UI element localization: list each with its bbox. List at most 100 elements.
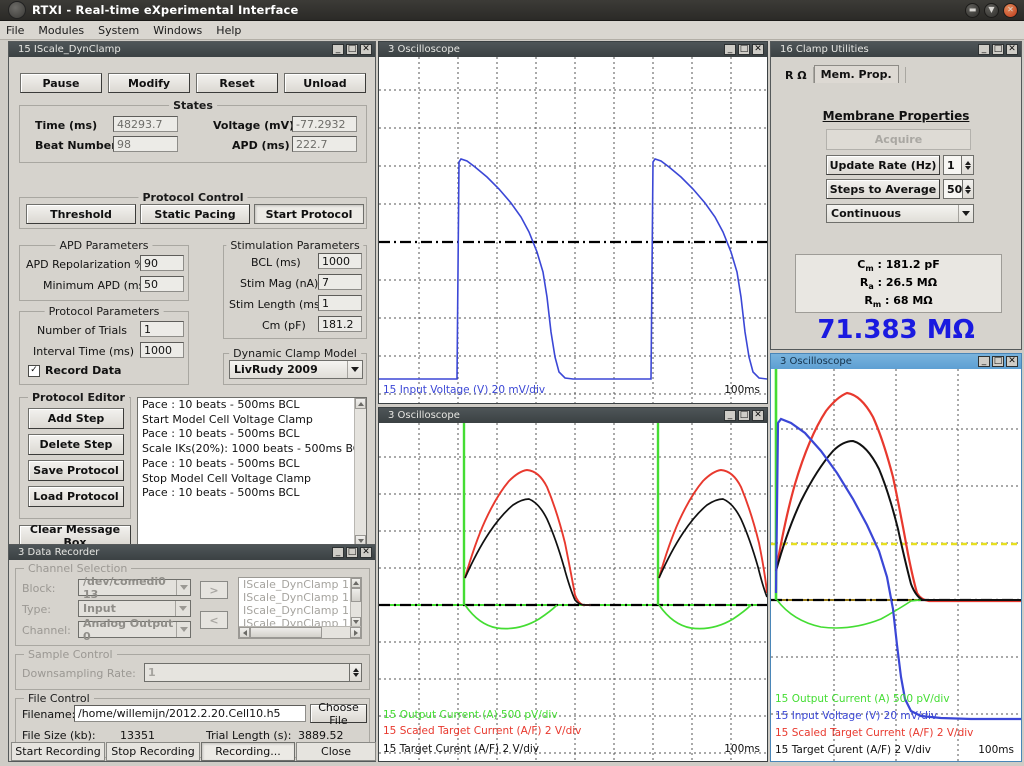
- scope-top-titlebar[interactable]: 3 Oscilloscope _ □ ✕: [379, 42, 767, 57]
- close-button[interactable]: Close: [296, 742, 376, 761]
- scope-right-plot[interactable]: 15 Output Current (A) 500 pV/div 15 Inpu…: [771, 369, 1021, 761]
- scope-mid-titlebar[interactable]: 3 Oscilloscope _ □ ✕: [379, 408, 767, 423]
- min-apd-input[interactable]: 50: [140, 276, 184, 292]
- list-item[interactable]: Scale IKs(20%): 1000 beats - 500ms BCL: [138, 442, 366, 457]
- protocol-steps-scrollbar[interactable]: [354, 398, 366, 546]
- recorder-minimize-icon[interactable]: _: [332, 547, 344, 558]
- clear-message-box-button[interactable]: Clear Message Box: [19, 523, 131, 549]
- choose-file-button[interactable]: Choose File: [310, 701, 367, 727]
- maximize-icon[interactable]: ▼: [984, 2, 999, 18]
- interval-time-label: Interval Time (ms): [33, 345, 135, 358]
- recorder-titlebar[interactable]: 3 Data Recorder _ □ ✕: [9, 545, 375, 560]
- scope-right-minimize-icon[interactable]: _: [978, 356, 990, 367]
- steps-to-average-stepper[interactable]: [962, 179, 974, 199]
- update-rate-value[interactable]: 1: [943, 155, 961, 175]
- scope-top-plot[interactable]: 15 Input Voltage (V) 20 mV/div 100ms: [379, 57, 767, 403]
- menubar[interactable]: File Modules System Windows Help: [0, 21, 1024, 40]
- chevron-down-icon[interactable]: [958, 205, 973, 222]
- clamp-close-icon[interactable]: ✕: [1006, 44, 1018, 55]
- bcl-input[interactable]: 1000: [318, 253, 362, 269]
- steps-to-average-button[interactable]: Steps to Average: [826, 179, 940, 199]
- scroll-up-icon[interactable]: [355, 398, 366, 409]
- load-protocol-button[interactable]: Load Protocol: [28, 486, 124, 507]
- chevron-down-icon[interactable]: [347, 361, 362, 378]
- recorder-close-icon[interactable]: ✕: [360, 547, 372, 558]
- interval-time-input[interactable]: 1000: [140, 342, 184, 358]
- delete-step-button[interactable]: Delete Step: [28, 434, 124, 455]
- scope-mid-title: 3 Oscilloscope: [388, 410, 460, 421]
- acquisition-mode-select[interactable]: Continuous: [826, 204, 974, 223]
- scope-mid-minimize-icon[interactable]: _: [724, 410, 736, 421]
- steps-to-average-value[interactable]: 50: [943, 179, 963, 199]
- static-pacing-button[interactable]: Static Pacing: [140, 204, 250, 224]
- update-rate-stepper[interactable]: [961, 155, 974, 175]
- add-channel-button: >: [200, 581, 228, 599]
- downsampling-stepper: [349, 663, 362, 682]
- stim-mag-input[interactable]: 7: [318, 274, 362, 290]
- recording-status-button[interactable]: Recording...: [201, 742, 295, 761]
- list-item[interactable]: Pace : 10 beats - 500ms BCL: [138, 486, 366, 501]
- minimize-icon[interactable]: ▬: [965, 2, 980, 18]
- scope-right-titlebar[interactable]: 3 Oscilloscope _ □ ✕: [771, 354, 1021, 369]
- list-item[interactable]: Pace : 10 beats - 500ms BCL: [138, 457, 366, 472]
- clamp-utilities-titlebar[interactable]: 16 Clamp Utilities _ □ ✕: [771, 42, 1021, 57]
- beat-number-label: Beat Number: [35, 139, 117, 152]
- iscale-maximize-icon[interactable]: □: [346, 44, 358, 55]
- scope-mid-plot[interactable]: 15 Output Current (A) 500 pV/div 15 Scal…: [379, 423, 767, 761]
- scope-top-minimize-icon[interactable]: _: [724, 44, 736, 55]
- modify-button[interactable]: Modify: [108, 73, 190, 93]
- menu-modules[interactable]: Modules: [38, 24, 84, 37]
- list-item[interactable]: Stop Model Cell Voltage Clamp: [138, 472, 366, 487]
- tab-mem-prop[interactable]: Mem. Prop.: [813, 65, 899, 83]
- clamp-maximize-icon[interactable]: □: [992, 44, 1004, 55]
- iscale-close-icon[interactable]: ✕: [360, 44, 372, 55]
- channel-label: Channel:: [22, 624, 71, 637]
- threshold-button[interactable]: Threshold: [26, 204, 136, 224]
- apd-repol-input[interactable]: 90: [140, 255, 184, 271]
- scope-mid-maximize-icon[interactable]: □: [738, 410, 750, 421]
- add-step-button[interactable]: Add Step: [28, 408, 124, 429]
- tab-resistance[interactable]: R Ω: [779, 67, 814, 83]
- menu-system[interactable]: System: [98, 24, 139, 37]
- close-icon[interactable]: ✕: [1003, 2, 1018, 18]
- unload-button[interactable]: Unload: [284, 73, 366, 93]
- menu-windows[interactable]: Windows: [153, 24, 202, 37]
- update-rate-button[interactable]: Update Rate (Hz): [826, 155, 940, 175]
- recorder-maximize-icon[interactable]: □: [346, 547, 358, 558]
- min-apd-label: Minimum APD (ms): [43, 279, 149, 292]
- stop-recording-button[interactable]: Stop Recording: [106, 742, 200, 761]
- list-item[interactable]: Pace : 10 beats - 500ms BCL: [138, 398, 366, 413]
- start-recording-button[interactable]: Start Recording: [11, 742, 105, 761]
- chevron-down-icon: [176, 580, 190, 595]
- window-titlebar: RTXI - Real-time eXperimental Interface …: [0, 0, 1024, 21]
- iscale-minimize-icon[interactable]: _: [332, 44, 344, 55]
- scope-right-close-icon[interactable]: ✕: [1006, 356, 1018, 367]
- list-item[interactable]: Pace : 10 beats - 500ms BCL: [138, 427, 366, 442]
- iscale-titlebar[interactable]: 15 IScale_DynClamp _ □ ✕: [9, 42, 375, 57]
- scope-mid-close-icon[interactable]: ✕: [752, 410, 764, 421]
- num-trials-input[interactable]: 1: [140, 321, 184, 337]
- reset-button[interactable]: Reset: [196, 73, 278, 93]
- save-protocol-button[interactable]: Save Protocol: [28, 460, 124, 481]
- filename-input[interactable]: /home/willemijn/2012.2.20.Cell10.h5: [74, 705, 306, 722]
- pause-button[interactable]: Pause: [20, 73, 102, 93]
- list-item[interactable]: Start Model Cell Voltage Clamp: [138, 413, 366, 428]
- dynamic-clamp-model-title: Dynamic Clamp Model: [229, 347, 361, 360]
- menu-help[interactable]: Help: [216, 24, 241, 37]
- protocol-editor-title: Protocol Editor: [28, 391, 129, 404]
- start-protocol-button[interactable]: Start Protocol: [254, 204, 364, 224]
- protocol-steps-list[interactable]: Pace : 10 beats - 500ms BCL Start Model …: [137, 397, 367, 547]
- stim-length-input[interactable]: 1: [318, 295, 362, 311]
- record-data-checkbox[interactable]: ✓ Record Data: [28, 364, 121, 377]
- menu-file[interactable]: File: [6, 24, 24, 37]
- clamp-minimize-icon[interactable]: _: [978, 44, 990, 55]
- steps-to-average-spinner[interactable]: 50: [943, 179, 974, 199]
- scope-top-close-icon[interactable]: ✕: [752, 44, 764, 55]
- update-rate-spinner[interactable]: 1: [943, 155, 974, 175]
- clamp-tabs[interactable]: R Ω Mem. Prop.: [779, 65, 906, 83]
- scope-right-maximize-icon[interactable]: □: [992, 356, 1004, 367]
- scope-top-maximize-icon[interactable]: □: [738, 44, 750, 55]
- dynamic-clamp-model-select[interactable]: LivRudy 2009: [229, 360, 363, 379]
- cm-input[interactable]: 181.2: [318, 316, 362, 332]
- window-controls[interactable]: ▬ ▼ ✕: [965, 2, 1018, 18]
